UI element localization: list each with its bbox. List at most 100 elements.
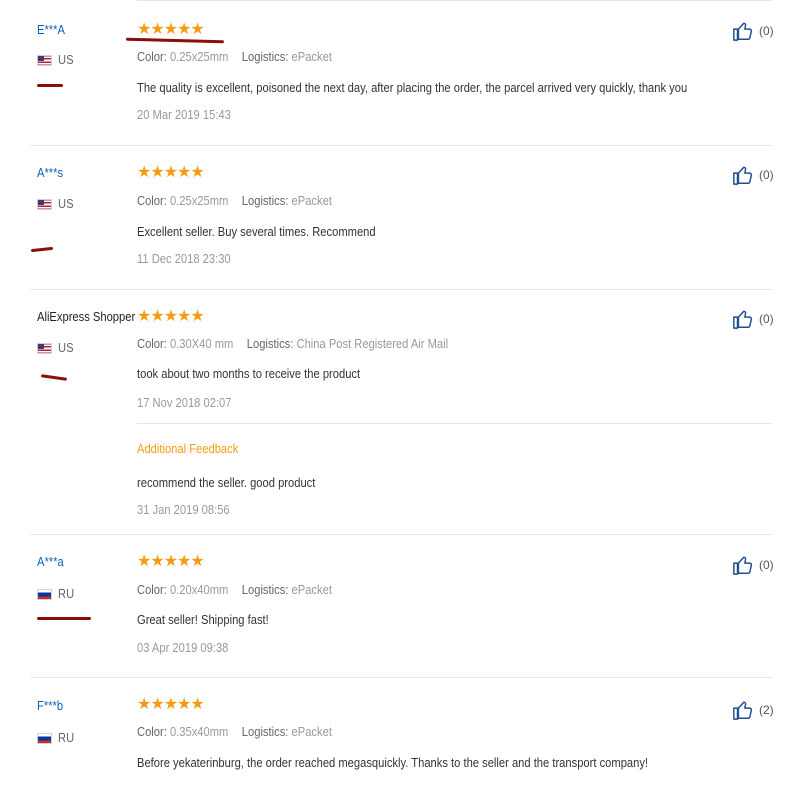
logistics-value: ePacket <box>291 724 332 739</box>
color-value: 0.25x25mm <box>169 49 229 64</box>
redaction-mark <box>37 617 91 620</box>
reviewer-country: US <box>37 196 76 212</box>
reviewer-country: RU <box>37 730 77 746</box>
star-icon: ★ <box>177 21 191 38</box>
review-item: F***b RU ★★★★★ Color: 0.35x40mm Logistic… <box>0 677 800 804</box>
star-rating: ★★★★★ <box>137 696 205 713</box>
redaction-mark <box>40 374 68 381</box>
star-icon: ★ <box>150 553 164 570</box>
divider <box>30 534 772 535</box>
star-rating: ★★★★★ <box>137 553 205 570</box>
star-icon: ★ <box>177 553 191 570</box>
review-text: The quality is excellent, poisoned the n… <box>137 80 688 95</box>
logistics-value: China Post Registered Air Mail <box>296 336 449 351</box>
thumbs-up-icon <box>733 701 753 720</box>
reviewer-name[interactable]: A***a <box>37 554 64 570</box>
country-code: RU <box>58 730 75 745</box>
color-label: Color: <box>137 582 167 597</box>
review-date: 20 Mar 2019 15:43 <box>137 107 231 122</box>
review-item: A***a RU ★★★★★ Color: 0.20x40mm Logistic… <box>0 534 800 677</box>
color-label: Color: <box>137 724 167 739</box>
reviewer-country: US <box>37 340 76 356</box>
star-icon: ★ <box>137 21 151 38</box>
star-icon: ★ <box>190 696 204 713</box>
divider <box>30 289 772 290</box>
ru-flag-icon <box>37 588 52 600</box>
star-icon: ★ <box>190 164 204 181</box>
divider <box>137 0 772 1</box>
review-date: 03 Apr 2019 09:38 <box>137 640 229 655</box>
star-icon: ★ <box>137 553 151 570</box>
reviewer-name[interactable]: A***s <box>37 165 63 181</box>
star-rating: ★★★★★ <box>137 21 205 38</box>
star-icon: ★ <box>150 308 164 325</box>
star-icon: ★ <box>190 21 204 38</box>
review-item: A***s US ★★★★★ Color: 0.25x25mm Logistic… <box>0 145 800 289</box>
country-code: RU <box>58 586 75 601</box>
country-code: US <box>58 196 74 211</box>
star-icon: ★ <box>177 696 191 713</box>
helpful-button[interactable]: (2) <box>732 699 774 721</box>
helpful-count: (2) <box>759 703 774 717</box>
product-meta: Color: 0.30X40 mm Logistics: China Post … <box>137 336 448 352</box>
color-value: 0.30X40 mm <box>169 336 234 351</box>
color-label: Color: <box>137 193 167 208</box>
divider <box>30 145 772 146</box>
helpful-button[interactable]: (0) <box>732 20 774 42</box>
divider <box>137 423 772 424</box>
star-icon: ★ <box>177 308 191 325</box>
country-code: US <box>58 52 74 67</box>
helpful-count: (0) <box>759 24 774 38</box>
logistics-label: Logistics: <box>241 49 289 64</box>
helpful-button[interactable]: (0) <box>732 308 774 330</box>
redaction-mark <box>30 246 54 253</box>
product-meta: Color: 0.25x25mm Logistics: ePacket <box>137 49 332 65</box>
underline-mark <box>125 37 225 44</box>
star-icon: ★ <box>163 696 178 713</box>
color-value: 0.25x25mm <box>169 193 229 208</box>
ru-flag-icon <box>37 732 52 744</box>
product-meta: Color: 0.25x25mm Logistics: ePacket <box>137 193 332 209</box>
reviewer-name[interactable]: F***b <box>37 698 63 714</box>
reviews-list: E***A US ★★★★★ Color: 0.25x25mm Logistic… <box>0 0 800 804</box>
additional-feedback-date: 31 Jan 2019 08:56 <box>137 502 230 517</box>
review-text: took about two months to receive the pro… <box>137 366 361 381</box>
star-icon: ★ <box>150 696 164 713</box>
star-rating: ★★★★★ <box>137 308 205 325</box>
star-icon: ★ <box>163 308 178 325</box>
logistics-value: ePacket <box>291 49 332 64</box>
review-date: 11 Dec 2018 23:30 <box>137 251 231 266</box>
additional-feedback-text: recommend the seller. good product <box>137 475 316 490</box>
review-text: Great seller! Shipping fast! <box>137 612 269 627</box>
star-icon: ★ <box>163 164 178 181</box>
logistics-value: ePacket <box>291 582 332 597</box>
reviewer-name[interactable]: E***A <box>37 22 65 38</box>
helpful-count: (0) <box>759 558 774 572</box>
product-meta: Color: 0.20x40mm Logistics: ePacket <box>137 582 332 598</box>
color-value: 0.20x40mm <box>169 582 229 597</box>
thumbs-up-icon <box>733 310 753 329</box>
helpful-button[interactable]: (0) <box>732 554 774 576</box>
review-date: 17 Nov 2018 02:07 <box>137 395 232 410</box>
review-text: Before yekaterinburg, the order reached … <box>137 755 649 770</box>
us-flag-icon <box>37 198 52 210</box>
star-icon: ★ <box>190 553 204 570</box>
star-icon: ★ <box>137 308 151 325</box>
review-item: AliExpress Shopper US ★★★★★ Color: 0.30X… <box>0 289 800 534</box>
logistics-value: ePacket <box>291 193 332 208</box>
star-rating: ★★★★★ <box>137 164 205 181</box>
country-code: US <box>58 340 74 355</box>
helpful-count: (0) <box>759 168 774 182</box>
star-icon: ★ <box>150 21 164 38</box>
thumbs-up-icon <box>733 556 753 575</box>
helpful-count: (0) <box>759 312 774 326</box>
product-meta: Color: 0.35x40mm Logistics: ePacket <box>137 724 332 740</box>
logistics-label: Logistics: <box>241 724 289 739</box>
logistics-label: Logistics: <box>241 582 289 597</box>
reviewer-country: US <box>37 52 76 68</box>
logistics-label: Logistics: <box>246 336 294 351</box>
helpful-button[interactable]: (0) <box>732 164 774 186</box>
reviewer-name[interactable]: AliExpress Shopper <box>37 309 135 325</box>
star-icon: ★ <box>137 696 151 713</box>
divider <box>30 677 772 678</box>
